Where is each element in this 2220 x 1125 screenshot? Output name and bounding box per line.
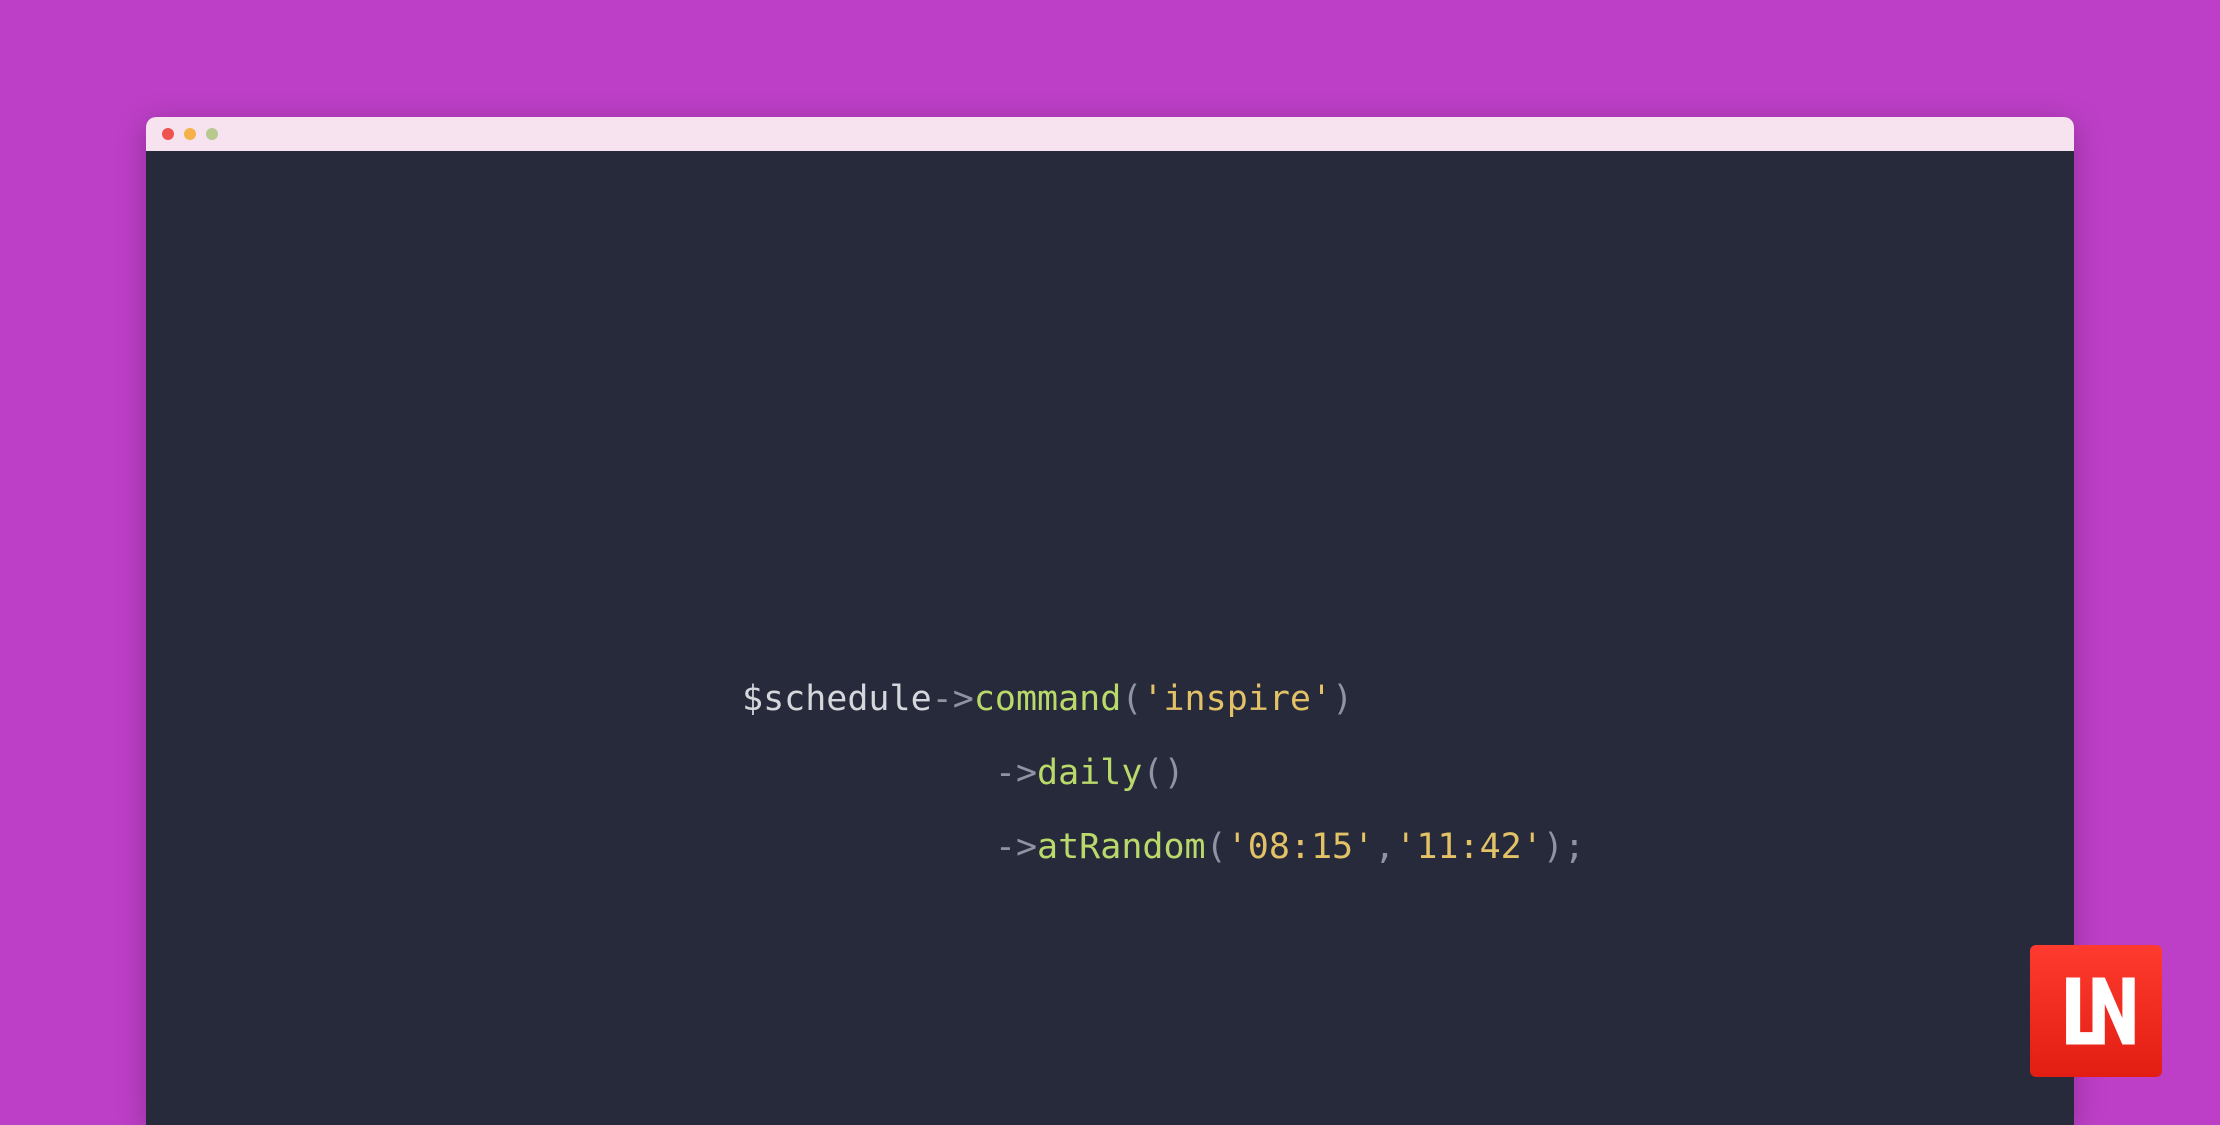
code-comma: , [1374,827,1395,867]
laravel-news-logo [2030,945,2162,1077]
code-function: command [974,679,1122,719]
code-arrow: -> [995,753,1037,793]
code-string: 11:42 [1416,827,1521,867]
code-quote: ' [1353,827,1374,867]
code-semicolon: ; [1564,827,1585,867]
traffic-light-zoom-icon[interactable] [206,128,218,140]
ln-logo-icon [2052,967,2140,1055]
code-paren-close: ) [1163,753,1184,793]
code-paren-close: ) [1332,679,1353,719]
traffic-light-minimize-icon[interactable] [184,128,196,140]
code-string: inspire [1163,679,1311,719]
code-paren-open: ( [1142,753,1163,793]
traffic-light-close-icon[interactable] [162,128,174,140]
code-block: $schedule->command('inspire') ->daily() … [742,662,1585,884]
code-function: daily [1037,753,1142,793]
editor-window: $schedule->command('inspire') ->daily() … [146,117,2074,1125]
code-quote: ' [1522,827,1543,867]
code-string: 08:15 [1248,827,1353,867]
code-quote: ' [1142,679,1163,719]
code-indent [742,753,995,793]
code-quote: ' [1311,679,1332,719]
code-arrow: -> [995,827,1037,867]
code-quote: ' [1395,827,1416,867]
code-paren-close: ) [1543,827,1564,867]
code-paren-open: ( [1121,679,1142,719]
code-quote: ' [1227,827,1248,867]
code-paren-open: ( [1206,827,1227,867]
window-titlebar [146,117,2074,151]
code-indent [742,827,995,867]
code-variable: $schedule [742,679,932,719]
code-function: atRandom [1037,827,1206,867]
code-arrow: -> [932,679,974,719]
